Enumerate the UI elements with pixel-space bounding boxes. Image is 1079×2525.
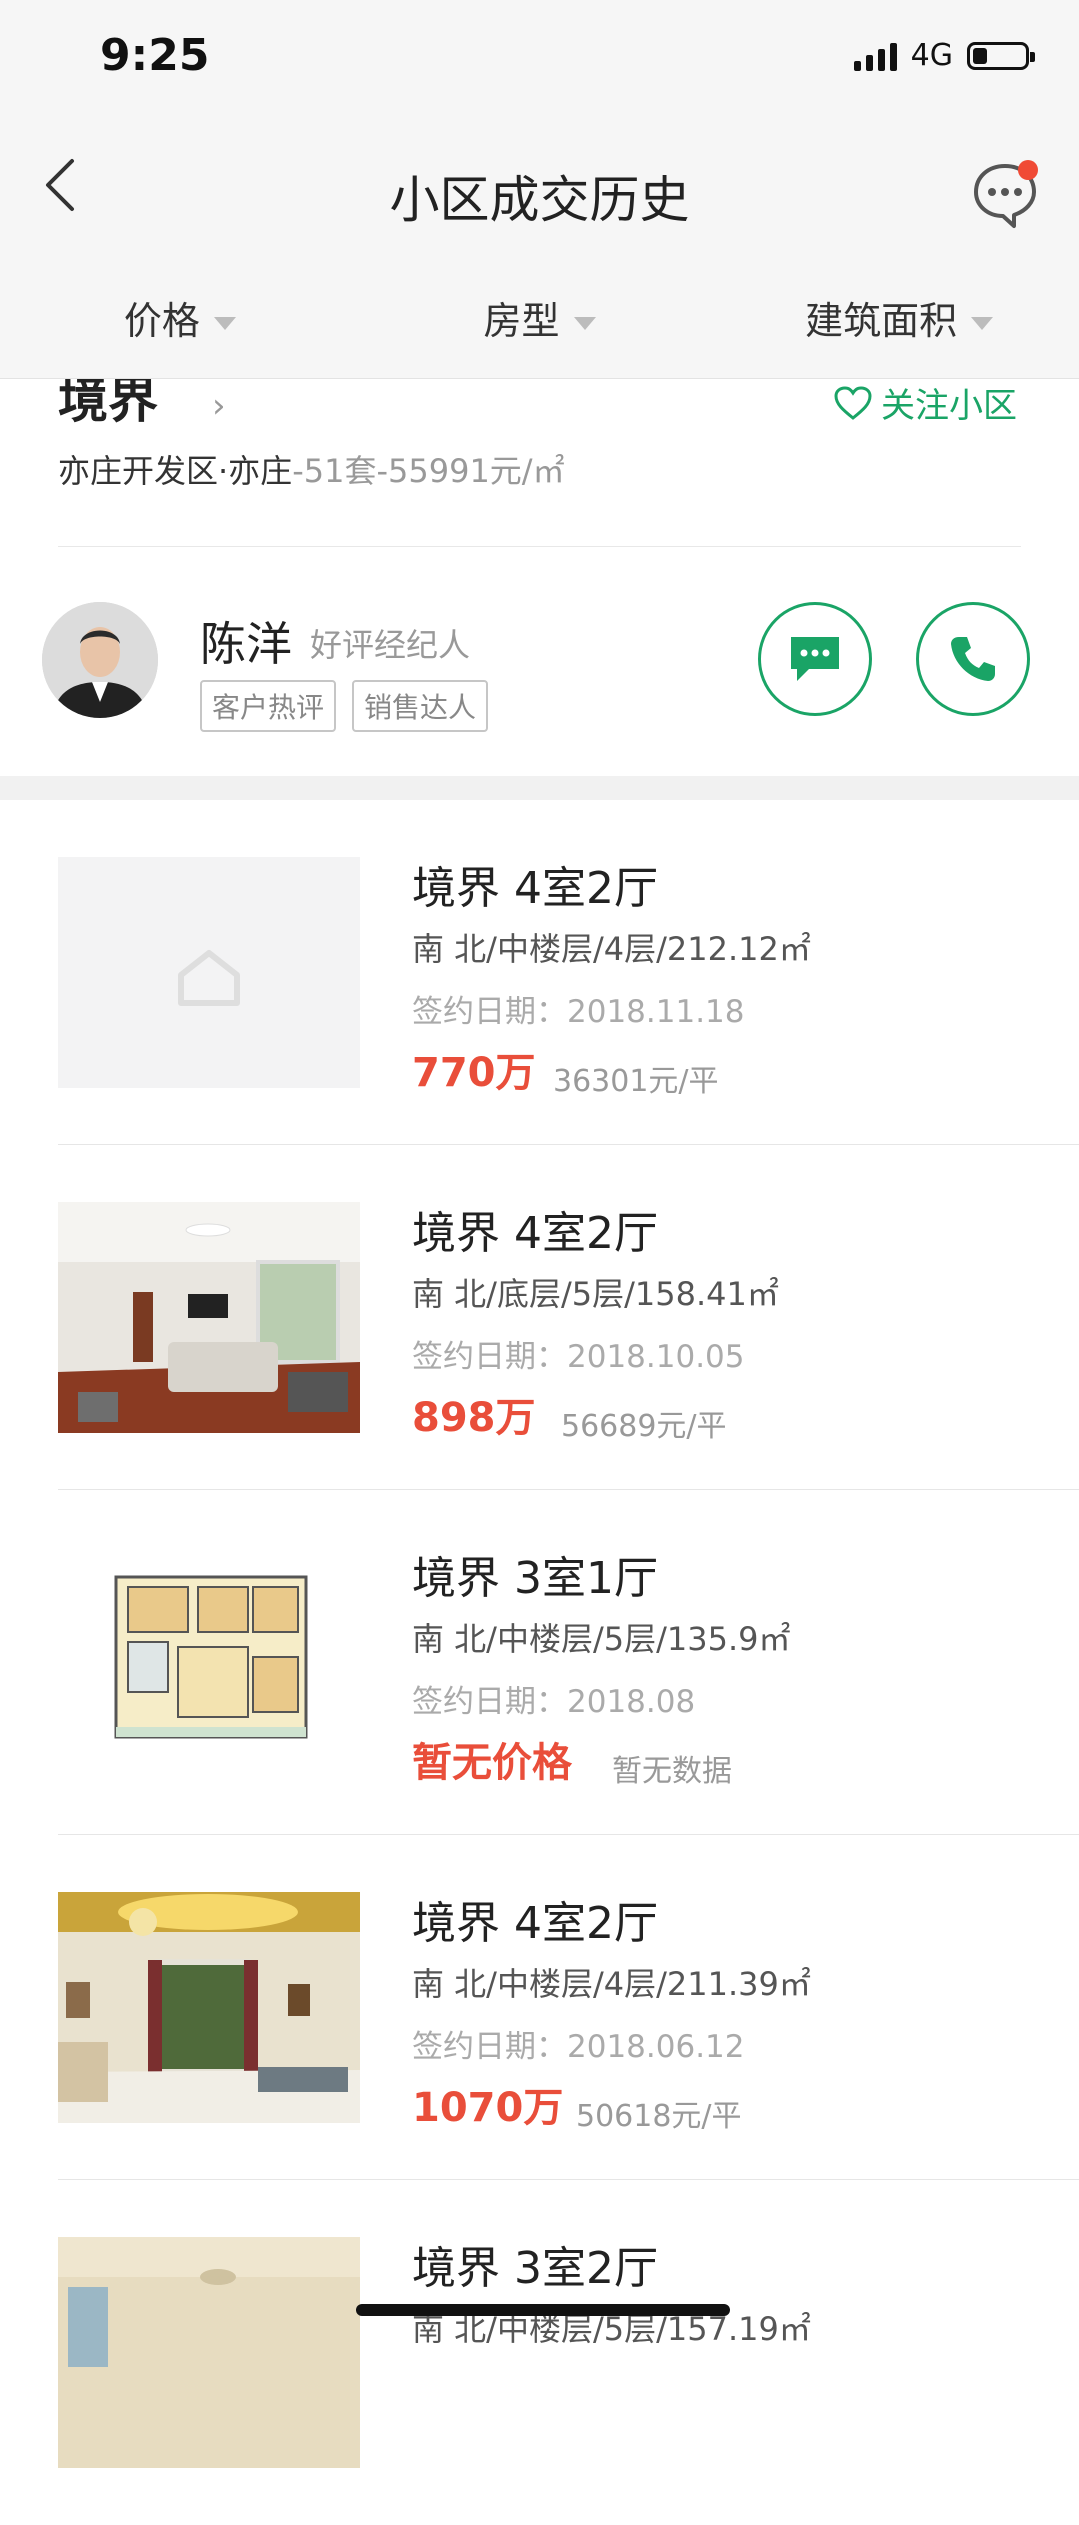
- notification-dot: [1018, 160, 1038, 180]
- section-separator: [0, 776, 1079, 800]
- listing-date: 签约日期：2018.11.18: [412, 994, 745, 1030]
- listing-title: 境界 4室2厅: [412, 863, 658, 914]
- network-type: 4G: [910, 38, 953, 73]
- community-district: 亦庄开发区·亦庄: [58, 452, 293, 490]
- listing-title: 境界 4室2厅: [412, 1898, 658, 1949]
- listing-date: 签约日期：2018.06.12: [412, 2029, 745, 2065]
- listing-unit-price: 56689元/平: [561, 1409, 727, 1444]
- page-title: 小区成交历史: [389, 171, 690, 229]
- community-card: 境界 › 关注小区 亦庄开发区·亦庄-51套-55991元/㎡ 陈洋 好评经纪人…: [0, 371, 1079, 776]
- heart-icon: [834, 385, 872, 420]
- battery-icon: [967, 41, 1035, 70]
- community-info: 亦庄开发区·亦庄-51套-55991元/㎡: [58, 446, 565, 492]
- agent-call-button[interactable]: [916, 602, 1030, 716]
- house-placeholder-icon: [58, 857, 360, 1088]
- header: 9:25 4G 小区成交历史 价格 房型 建筑面积: [0, 0, 1079, 379]
- filter-bar: 价格 房型 建筑面积: [0, 290, 1079, 345]
- list-item[interactable]: 境界 4室2厅 南 北/中楼层/4层/211.39㎡ 签约日期：2018.06.…: [0, 1835, 1079, 2180]
- listing-spec: 南 北/中楼层/4层/212.12㎡: [412, 930, 811, 968]
- listing-price: 898万: [412, 1395, 536, 1441]
- listing-thumbnail: [58, 1892, 360, 2123]
- listing-title: 境界 3室1厅: [412, 1553, 658, 1604]
- filter-area[interactable]: 建筑面积: [719, 290, 1079, 345]
- agent-tag: 客户热评: [200, 680, 337, 732]
- dropdown-arrow-icon: [213, 317, 236, 330]
- listing-title: 境界 3室2厅: [412, 2243, 658, 2294]
- list-item[interactable]: 境界 3室2厅 南 北/中楼层/5层/157.19㎡: [0, 2180, 1079, 2525]
- listing-thumbnail: [58, 2237, 360, 2468]
- listing-price: 1070万: [412, 2085, 564, 2131]
- filter-layout[interactable]: 房型: [360, 290, 720, 345]
- community-stats: -51套-55991元/㎡: [292, 452, 565, 490]
- listing-date: 签约日期：2018.10.05: [412, 1339, 745, 1375]
- listing-date: 签约日期：2018.08: [412, 1684, 696, 1720]
- list-item[interactable]: 境界 4室2厅 南 北/中楼层/4层/212.12㎡ 签约日期：2018.11.…: [0, 800, 1079, 1145]
- transaction-list: 境界 4室2厅 南 北/中楼层/4层/212.12㎡ 签约日期：2018.11.…: [0, 800, 1079, 2525]
- listing-price: 770万: [412, 1050, 536, 1096]
- agent-title: 好评经纪人: [310, 626, 471, 664]
- listing-thumbnail: [58, 857, 360, 1088]
- listing-thumbnail: [58, 1202, 360, 1433]
- listing-title: 境界 4室2厅: [412, 1208, 658, 1259]
- room-photo: [58, 2237, 360, 2468]
- status-indicators: 4G: [853, 38, 1035, 73]
- agent-avatar[interactable]: [42, 602, 158, 718]
- agent-message-button[interactable]: [758, 602, 872, 716]
- listing-spec: 南 北/底层/5层/158.41㎡: [412, 1275, 779, 1313]
- dropdown-arrow-icon: [573, 317, 596, 330]
- signal-icon: [853, 41, 897, 71]
- agent-tag: 销售达人: [352, 680, 489, 732]
- chevron-right-icon[interactable]: ›: [212, 386, 226, 426]
- living-room-chandelier-photo: [58, 1892, 360, 2123]
- floor-plan-image: [58, 1547, 360, 1778]
- agent-name: 陈洋: [200, 617, 292, 671]
- listing-unit-price: 暂无数据: [612, 1754, 732, 1789]
- listing-spec: 南 北/中楼层/4层/211.39㎡: [412, 1965, 811, 2003]
- phone-icon: [951, 637, 995, 681]
- listing-unit-price: 50618元/平: [576, 2099, 742, 2134]
- agent-tags: 客户热评 销售达人: [200, 680, 489, 732]
- listing-unit-price: 36301元/平: [553, 1064, 719, 1099]
- divider: [58, 546, 1021, 547]
- list-item[interactable]: 境界 4室2厅 南 北/底层/5层/158.41㎡ 签约日期：2018.10.0…: [0, 1145, 1079, 1490]
- filter-price[interactable]: 价格: [0, 290, 360, 345]
- living-room-photo: [58, 1202, 360, 1433]
- follow-community-button[interactable]: 关注小区: [833, 378, 1017, 427]
- chat-bubble-icon: [791, 637, 839, 681]
- home-indicator[interactable]: [356, 2304, 730, 2316]
- listing-price: 暂无价格: [412, 1740, 572, 1786]
- listing-thumbnail: [58, 1547, 360, 1778]
- dropdown-arrow-icon: [971, 317, 994, 330]
- listing-spec: 南 北/中楼层/5层/135.9㎡: [412, 1620, 791, 1658]
- status-time: 9:25: [100, 30, 210, 81]
- list-item[interactable]: 境界 3室1厅 南 北/中楼层/5层/135.9㎡ 签约日期：2018.08 暂…: [0, 1490, 1079, 1835]
